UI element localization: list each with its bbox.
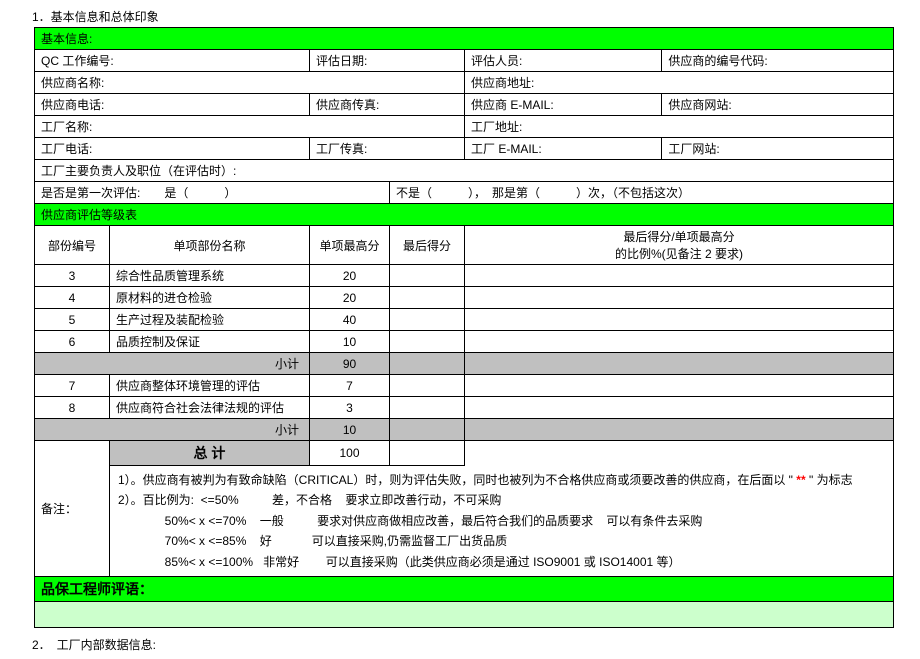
table-row: 3 综合性品质管理系统 20 — [35, 265, 894, 287]
table-row: 是否是第一次评估: 是（ ） 不是（ ）， 那是第（ ）次，（不包括这次） — [35, 182, 894, 204]
section2-title: 2． 工厂内部数据信息: — [32, 636, 916, 653]
table-row: 6 品质控制及保证 10 — [35, 331, 894, 353]
cell-ratio — [465, 375, 894, 397]
supplier-name-label: 供应商名称: — [35, 72, 465, 94]
subtotal-value: 90 — [310, 353, 390, 375]
cell-max: 20 — [310, 287, 390, 309]
cell-final — [390, 375, 465, 397]
grade-header: 供应商评估等级表 — [35, 204, 894, 226]
table-row: 工厂主要负责人及职位（在评估时）: — [35, 160, 894, 182]
cell-max: 3 — [310, 397, 390, 419]
cell-final — [390, 419, 465, 441]
notes-body: 1）。供应商有被判为有致命缺陷（CRITICAL）时，则为评估失败，同时也被列为… — [110, 466, 894, 577]
factory-website-label: 工厂网站: — [662, 138, 894, 160]
notes-row: 1）。供应商有被判为有致命缺陷（CRITICAL）时，则为评估失败，同时也被列为… — [35, 466, 894, 577]
cell-ratio — [465, 265, 894, 287]
col-ratio: 最后得分/单项最高分的比例%(见备注 2 要求) — [465, 226, 894, 265]
factory-phone-label: 工厂电话: — [35, 138, 310, 160]
section1-title: 1．基本信息和总体印象 — [32, 8, 916, 25]
evaluator-label: 评估人员: — [465, 50, 662, 72]
subtotal-row: 小计 90 — [35, 353, 894, 375]
cell-max: 40 — [310, 309, 390, 331]
comment-header: 品保工程师评语： — [35, 576, 894, 601]
table-row: 供应商电话: 供应商传真: 供应商 E-MAIL: 供应商网站: — [35, 94, 894, 116]
cell-partname: 品质控制及保证 — [110, 331, 310, 353]
table-row: 工厂电话: 工厂传真: 工厂 E-MAIL: 工厂网站: — [35, 138, 894, 160]
cell-ratio — [465, 441, 894, 466]
subtotal-row: 小计 10 — [35, 419, 894, 441]
factory-person-label: 工厂主要负责人及职位（在评估时）: — [35, 160, 894, 182]
cell-partname: 综合性品质管理系统 — [110, 265, 310, 287]
factory-name-label: 工厂名称: — [35, 116, 465, 138]
qc-id-label: QC 工作编号: — [35, 50, 310, 72]
cell-ratio — [465, 287, 894, 309]
cell-partno: 6 — [35, 331, 110, 353]
factory-fax-label: 工厂传真: — [310, 138, 465, 160]
cell-final — [390, 441, 465, 466]
table-row: 7 供应商整体环境管理的评估 7 — [35, 375, 894, 397]
col-part-no: 部份编号 — [35, 226, 110, 265]
supplier-phone-label: 供应商电话: — [35, 94, 310, 116]
total-value: 100 — [310, 441, 390, 466]
cell-ratio — [465, 331, 894, 353]
cell-partno: 7 — [35, 375, 110, 397]
basic-info-header: 基本信息: — [35, 28, 894, 50]
cell-max: 10 — [310, 331, 390, 353]
supplier-address-label: 供应商地址: — [465, 72, 894, 94]
cell-partname: 供应商符合社会法律法规的评估 — [110, 397, 310, 419]
supplier-code-label: 供应商的编号代码: — [662, 50, 894, 72]
first-eval-no-label: 不是（ ）， 那是第（ ）次，（不包括这次） — [390, 182, 894, 204]
table-row: QC 工作编号: 评估日期: 评估人员: 供应商的编号代码: — [35, 50, 894, 72]
first-eval-yes-label: 是否是第一次评估: 是（ ） — [35, 182, 390, 204]
cell-final — [390, 287, 465, 309]
cell-ratio — [465, 397, 894, 419]
cell-final — [390, 331, 465, 353]
col-final-score: 最后得分 — [390, 226, 465, 265]
subtotal-value: 10 — [310, 419, 390, 441]
table-row: 工厂名称: 工厂地址: — [35, 116, 894, 138]
comment-body — [35, 601, 894, 627]
total-label: 总 计 — [110, 441, 310, 466]
cell-partname: 供应商整体环境管理的评估 — [110, 375, 310, 397]
col-part-name: 单项部份名称 — [110, 226, 310, 265]
supplier-fax-label: 供应商传真: — [310, 94, 465, 116]
table-row: 8 供应商符合社会法律法规的评估 3 — [35, 397, 894, 419]
supplier-email-label: 供应商 E-MAIL: — [465, 94, 662, 116]
cell-partname: 生产过程及装配检验 — [110, 309, 310, 331]
cell-ratio — [465, 309, 894, 331]
factory-address-label: 工厂地址: — [465, 116, 894, 138]
table-header-row: 部份编号 单项部份名称 单项最高分 最后得分 最后得分/单项最高分的比例%(见备… — [35, 226, 894, 265]
col-max-score: 单项最高分 — [310, 226, 390, 265]
total-row: 备注： 总 计 100 — [35, 441, 894, 466]
table-row: 4 原材料的进仓检验 20 — [35, 287, 894, 309]
cell-partno: 3 — [35, 265, 110, 287]
subtotal-label: 小计 — [35, 353, 310, 375]
cell-final — [390, 397, 465, 419]
cell-partno: 5 — [35, 309, 110, 331]
factory-email-label: 工厂 E-MAIL: — [465, 138, 662, 160]
cell-ratio — [465, 353, 894, 375]
cell-max: 7 — [310, 375, 390, 397]
table-row: 供应商名称: 供应商地址: — [35, 72, 894, 94]
cell-max: 20 — [310, 265, 390, 287]
cell-partno: 4 — [35, 287, 110, 309]
cell-final — [390, 265, 465, 287]
cell-ratio — [465, 419, 894, 441]
basic-info-table: 基本信息: QC 工作编号: 评估日期: 评估人员: 供应商的编号代码: 供应商… — [34, 27, 894, 628]
cell-final — [390, 353, 465, 375]
subtotal-label: 小计 — [35, 419, 310, 441]
cell-final — [390, 309, 465, 331]
notes-title: 备注： — [35, 441, 110, 577]
table-row: 5 生产过程及装配检验 40 — [35, 309, 894, 331]
cell-partno: 8 — [35, 397, 110, 419]
supplier-website-label: 供应商网站: — [662, 94, 894, 116]
eval-date-label: 评估日期: — [310, 50, 465, 72]
cell-partname: 原材料的进仓检验 — [110, 287, 310, 309]
